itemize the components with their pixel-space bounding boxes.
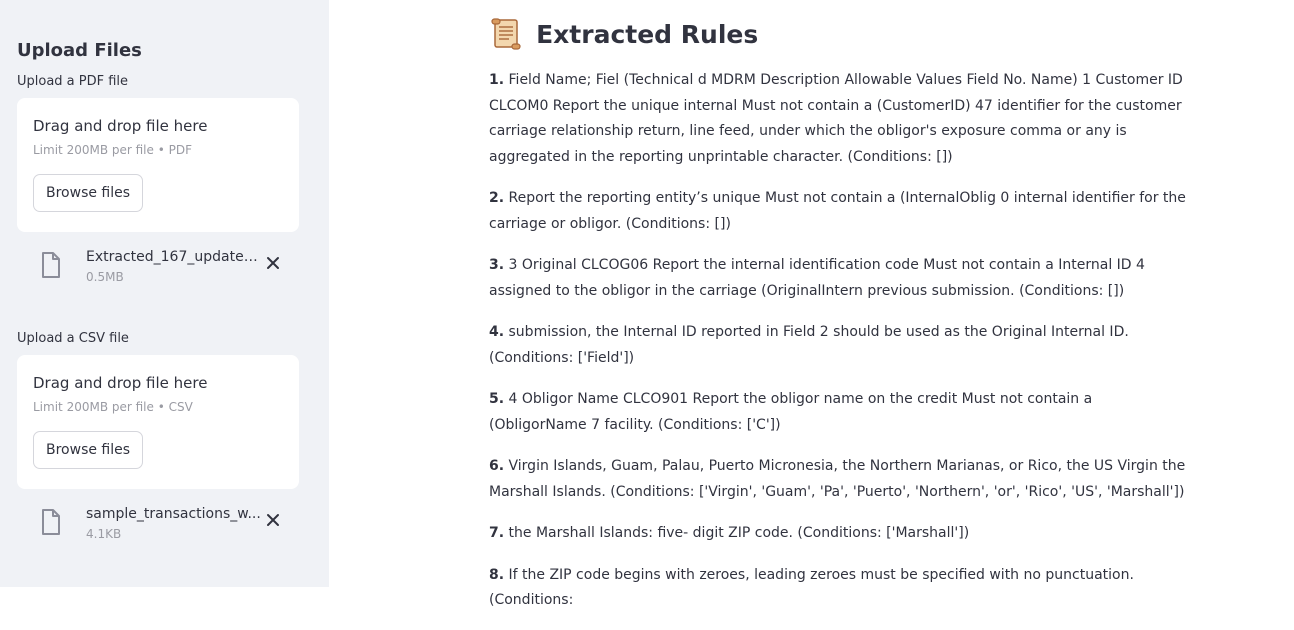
close-icon[interactable]	[264, 254, 282, 272]
csv-file-size: 4.1KB	[86, 527, 122, 541]
rule-item: 8. If the ZIP code begins with zeroes, l…	[489, 563, 1189, 614]
page-title: Extracted Rules	[536, 19, 759, 49]
scroll-icon	[491, 18, 521, 50]
pdf-drop-text: Drag and drop file here	[33, 117, 208, 135]
rule-text: If the ZIP code begins with zeroes, lead…	[489, 566, 1134, 609]
rule-item: 4. submission, the Internal ID reported …	[489, 320, 1189, 371]
pdf-uploaded-file: Extracted_167_updated... 0.5MB	[17, 245, 299, 297]
rule-number: 8.	[489, 566, 505, 583]
rule-item: 2. Report the reporting entity’s unique …	[489, 186, 1189, 237]
csv-dropzone[interactable]: Drag and drop file here Limit 200MB per …	[17, 355, 299, 489]
pdf-file-name: Extracted_167_updated...	[86, 249, 264, 265]
close-icon[interactable]	[264, 511, 282, 529]
pdf-upload-label: Upload a PDF file	[17, 74, 129, 89]
rule-number: 5.	[489, 391, 505, 407]
sidebar-title: Upload Files	[17, 40, 142, 61]
pdf-limit-text: Limit 200MB per file • PDF	[33, 143, 192, 157]
rule-item: 3. 3 Original CLCOG06 Report the interna…	[489, 253, 1189, 304]
rule-number: 1.	[489, 72, 505, 88]
sidebar: Upload Files Upload a PDF file Drag and …	[0, 0, 329, 587]
rule-number: 2.	[489, 190, 505, 206]
csv-limit-text: Limit 200MB per file • CSV	[33, 400, 193, 414]
file-icon	[42, 252, 60, 278]
rule-item: 1. Field Name; Fiel (Technical d MDRM De…	[489, 68, 1189, 170]
rule-text: 3 Original CLCOG06 Report the internal i…	[489, 257, 1145, 299]
file-icon	[42, 509, 60, 535]
csv-browse-button[interactable]: Browse files	[33, 431, 144, 469]
rule-item: 5. 4 Obligor Name CLCO901 Report the obl…	[489, 387, 1189, 438]
pdf-browse-button[interactable]: Browse files	[33, 174, 144, 212]
rule-number: 4.	[489, 324, 505, 340]
rule-text: Report the reporting entity’s unique Mus…	[489, 190, 1186, 232]
rule-text: Field Name; Fiel (Technical d MDRM Descr…	[489, 72, 1183, 165]
rule-number: 6.	[489, 458, 505, 474]
pdf-dropzone[interactable]: Drag and drop file here Limit 200MB per …	[17, 98, 299, 232]
rule-item: 6. Virgin Islands, Guam, Palau, Puerto M…	[489, 454, 1189, 505]
rule-text: submission, the Internal ID reported in …	[489, 324, 1129, 366]
page-header: Extracted Rules	[489, 17, 758, 53]
rule-item: 7. the Marshall Islands: five- digit ZIP…	[489, 521, 1189, 547]
csv-file-name: sample_transactions_w...	[86, 506, 261, 522]
rule-number: 3.	[489, 257, 505, 273]
rule-text: the Marshall Islands: five- digit ZIP co…	[508, 525, 970, 541]
rule-number: 7.	[489, 525, 505, 541]
pdf-file-size: 0.5MB	[86, 270, 124, 284]
rule-text: Virgin Islands, Guam, Palau, Puerto Micr…	[489, 458, 1186, 500]
rule-text: 4 Obligor Name CLCO901 Report the obligo…	[489, 391, 1093, 433]
csv-uploaded-file: sample_transactions_w... 4.1KB	[17, 502, 299, 554]
csv-drop-text: Drag and drop file here	[33, 374, 208, 392]
csv-upload-label: Upload a CSV file	[17, 331, 129, 346]
rules-list: 1. Field Name; Fiel (Technical d MDRM De…	[489, 68, 1189, 630]
